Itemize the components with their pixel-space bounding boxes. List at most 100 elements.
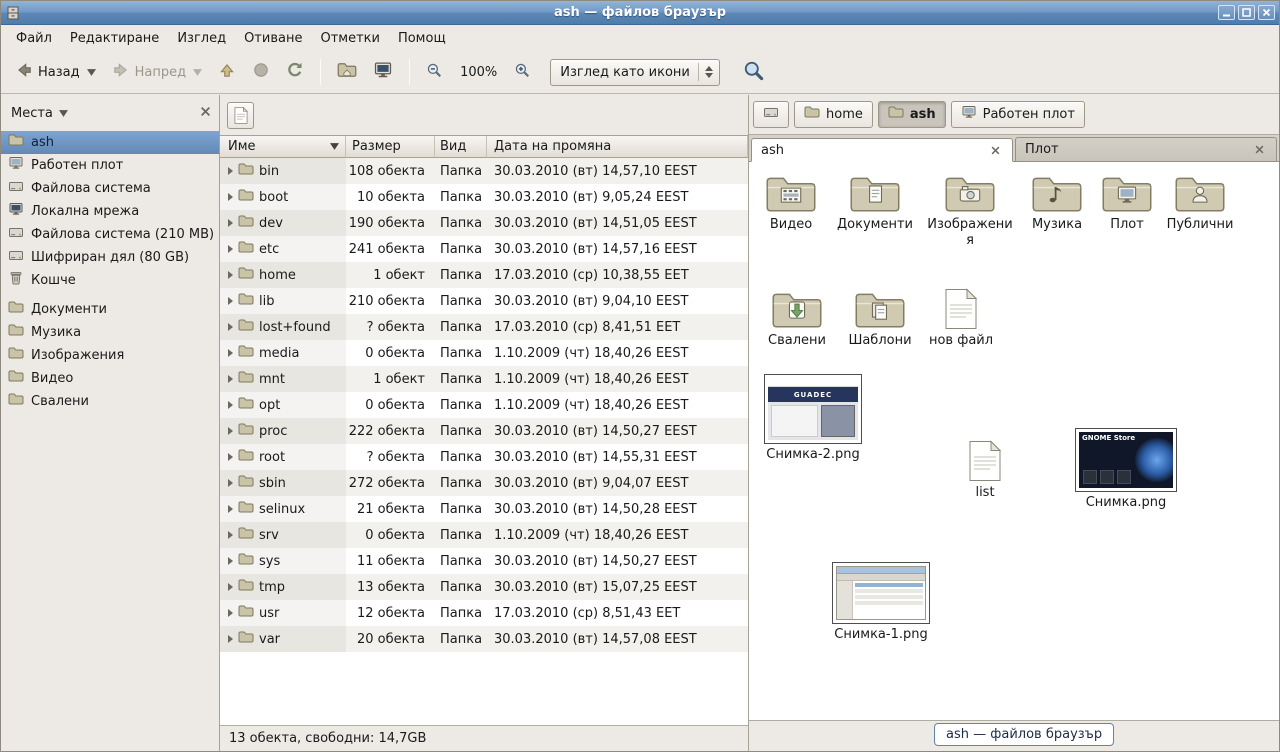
icon-canvas[interactable]: ВидеоДокументиИзображенияМузикаПлотПубли… xyxy=(749,162,1279,720)
expander-icon[interactable] xyxy=(228,505,233,513)
expander-icon[interactable] xyxy=(228,583,233,591)
canvas-item[interactable]: Плот xyxy=(1095,170,1159,233)
zoom-in-button[interactable] xyxy=(507,56,538,89)
expander-icon[interactable] xyxy=(228,193,233,201)
table-row[interactable]: sbin272 обектаПапка30.03.2010 (вт) 9,04,… xyxy=(220,470,748,496)
table-row[interactable]: boot10 обектаПапка30.03.2010 (вт) 9,05,2… xyxy=(220,184,748,210)
canvas-item[interactable]: list xyxy=(951,438,1019,501)
expander-icon[interactable] xyxy=(228,401,233,409)
menu-item[interactable]: Файл xyxy=(7,27,61,50)
zoom-out-button[interactable] xyxy=(419,56,450,89)
home-button[interactable] xyxy=(330,55,364,89)
expander-icon[interactable] xyxy=(228,349,233,357)
breadcrumb-button[interactable]: ash xyxy=(878,101,946,128)
taskbar-window-button[interactable]: ash — файлов браузър xyxy=(934,723,1114,746)
breadcrumb-button[interactable] xyxy=(753,101,789,128)
sidebar-item[interactable]: Видео xyxy=(1,367,219,390)
tab-close-button[interactable] xyxy=(988,143,1003,158)
search-button[interactable] xyxy=(736,54,771,91)
sidebar-item[interactable]: Кошче xyxy=(1,269,219,292)
canvas-item[interactable]: Видео xyxy=(753,170,829,233)
canvas-item[interactable]: Документи xyxy=(833,170,917,233)
table-row[interactable]: selinux21 обектаПапка30.03.2010 (вт) 14,… xyxy=(220,496,748,522)
expander-icon[interactable] xyxy=(228,427,233,435)
expander-icon[interactable] xyxy=(228,375,233,383)
canvas-item[interactable]: Снимка-​1.​png xyxy=(829,562,933,643)
canvas-item[interactable]: нов файл xyxy=(925,286,997,349)
sidebar-item[interactable]: Шифриран дял (80 GB) xyxy=(1,246,219,269)
canvas-item[interactable]: Свалени xyxy=(757,286,837,349)
close-button[interactable] xyxy=(1258,5,1275,20)
canvas-item[interactable]: Изображения xyxy=(927,170,1013,248)
sidebar-item[interactable]: Свалени xyxy=(1,390,219,413)
up-button[interactable] xyxy=(211,55,243,89)
expander-icon[interactable] xyxy=(228,245,233,253)
back-button[interactable]: Назад xyxy=(8,55,103,89)
canvas-item[interactable]: Шаблони xyxy=(841,286,919,349)
column-header[interactable]: Име xyxy=(220,136,346,158)
table-row[interactable]: lost+found? обектаПапка17.03.2010 (ср) 8… xyxy=(220,314,748,340)
sidebar-close-button[interactable] xyxy=(200,106,211,121)
expander-icon[interactable] xyxy=(228,167,233,175)
expander-icon[interactable] xyxy=(228,479,233,487)
column-header[interactable]: Размер xyxy=(346,136,435,158)
sidebar-item[interactable]: ash xyxy=(1,131,219,154)
location-icon-button[interactable] xyxy=(227,102,254,129)
expander-icon[interactable] xyxy=(228,297,233,305)
expander-icon[interactable] xyxy=(228,531,233,539)
table-row[interactable]: proc222 обектаПапка30.03.2010 (вт) 14,50… xyxy=(220,418,748,444)
table-row[interactable]: media0 обектаПапка1.10.2009 (чт) 18,40,2… xyxy=(220,340,748,366)
expander-icon[interactable] xyxy=(228,557,233,565)
table-row[interactable]: dev190 обектаПапка30.03.2010 (вт) 14,51,… xyxy=(220,210,748,236)
tab[interactable]: ash xyxy=(751,138,1013,162)
table-row[interactable]: bin108 обектаПапка30.03.2010 (вт) 14,57,… xyxy=(220,158,748,184)
table-row[interactable]: tmp13 обектаПапка30.03.2010 (вт) 15,07,2… xyxy=(220,574,748,600)
sidebar-item[interactable]: Локална мрежа xyxy=(1,200,219,223)
table-row[interactable]: srv0 обектаПапка1.10.2009 (чт) 18,40,26 … xyxy=(220,522,748,548)
menu-item[interactable]: Помощ xyxy=(389,27,455,50)
forward-button[interactable]: Напред xyxy=(105,55,209,89)
table-row[interactable]: lib210 обектаПапка30.03.2010 (вт) 9,04,1… xyxy=(220,288,748,314)
breadcrumb-button[interactable]: home xyxy=(794,101,873,128)
sidebar-item[interactable]: Изображения xyxy=(1,344,219,367)
expander-icon[interactable] xyxy=(228,453,233,461)
table-row[interactable]: usr12 обектаПапка17.03.2010 (ср) 8,51,43… xyxy=(220,600,748,626)
sidebar-item[interactable]: Музика xyxy=(1,321,219,344)
computer-button[interactable] xyxy=(366,55,400,89)
minimize-button[interactable] xyxy=(1218,5,1235,20)
table-row[interactable]: opt0 обектаПапка1.10.2009 (чт) 18,40,26 … xyxy=(220,392,748,418)
tab-close-button[interactable] xyxy=(1252,142,1267,157)
menu-item[interactable]: Изглед xyxy=(168,27,235,50)
expander-icon[interactable] xyxy=(228,271,233,279)
breadcrumb-button[interactable]: Работен плот xyxy=(951,101,1085,128)
expander-icon[interactable] xyxy=(228,635,233,643)
table-row[interactable]: mnt1 обектПапка1.10.2009 (чт) 18,40,26 E… xyxy=(220,366,748,392)
expander-icon[interactable] xyxy=(228,609,233,617)
canvas-item[interactable]: GUADECСнимка-​2.​png xyxy=(761,374,865,463)
column-header[interactable]: Вид xyxy=(435,136,487,158)
canvas-item[interactable]: Музика xyxy=(1021,170,1093,233)
sidebar-item[interactable]: Файлова система (210 MB) xyxy=(1,223,219,246)
tab[interactable]: Плот xyxy=(1015,137,1277,161)
table-row[interactable]: sys11 обектаПапка30.03.2010 (вт) 14,50,2… xyxy=(220,548,748,574)
maximize-button[interactable] xyxy=(1238,5,1255,20)
stop-button[interactable] xyxy=(245,55,277,89)
expander-icon[interactable] xyxy=(228,219,233,227)
chevron-down-icon[interactable] xyxy=(59,106,68,121)
menu-item[interactable]: Редактиране xyxy=(61,27,168,50)
sidebar-item[interactable]: Работен плот xyxy=(1,154,219,177)
menu-item[interactable]: Отиване xyxy=(235,27,311,50)
table-row[interactable]: var20 обектаПапка30.03.2010 (вт) 14,57,0… xyxy=(220,626,748,652)
sidebar-item[interactable]: Документи xyxy=(1,298,219,321)
view-mode-select[interactable]: Изглед като икони xyxy=(550,59,720,86)
canvas-item[interactable]: Публични xyxy=(1161,170,1239,233)
sidebar-item[interactable]: Файлова система xyxy=(1,177,219,200)
column-header[interactable]: Дата на промяна xyxy=(487,136,748,158)
menu-item[interactable]: Отметки xyxy=(311,27,388,50)
reload-button[interactable] xyxy=(279,55,311,89)
expander-icon[interactable] xyxy=(228,323,233,331)
table-row[interactable]: home1 обектПапка17.03.2010 (ср) 10,38,55… xyxy=(220,262,748,288)
table-row[interactable]: root? обектаПапка30.03.2010 (вт) 14,55,3… xyxy=(220,444,748,470)
canvas-item[interactable]: GNOME StoreСнимка.​png xyxy=(1071,428,1181,511)
table-row[interactable]: etc241 обектаПапка30.03.2010 (вт) 14,57,… xyxy=(220,236,748,262)
